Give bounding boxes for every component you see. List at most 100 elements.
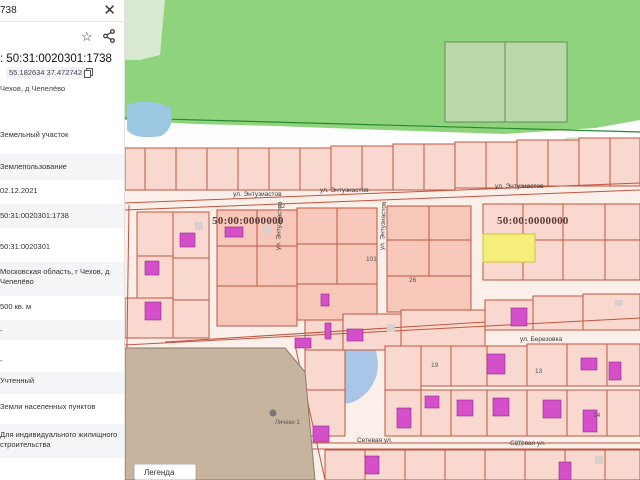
parcel xyxy=(582,293,640,331)
parcel xyxy=(526,343,568,387)
parcel xyxy=(392,143,425,191)
poi-label: Личеки 1 xyxy=(275,420,300,426)
parcel xyxy=(386,205,430,241)
parcel xyxy=(237,147,270,191)
house-number: 101 xyxy=(366,256,377,263)
building xyxy=(424,395,440,409)
parcel xyxy=(444,449,486,480)
parcel xyxy=(384,345,422,391)
coordinates-badge[interactable]: 55.182634 37.472742 xyxy=(6,67,85,79)
parcel xyxy=(206,147,239,191)
street-label: Сетевая ул. xyxy=(357,437,393,444)
cadastral-quarter-label: 50:00:0000000 xyxy=(212,215,284,227)
parcel xyxy=(361,145,394,191)
parcel xyxy=(216,285,298,327)
map-view[interactable]: 50:00:0000000 50:00:0000000 ул. Энтузиас… xyxy=(125,0,640,480)
parcel xyxy=(606,389,640,437)
street-label: ул. Энтузиастов xyxy=(320,187,369,194)
building xyxy=(542,399,562,419)
forest-light-area xyxy=(125,0,165,60)
house-number: 13 xyxy=(535,368,543,375)
detail-land-category: Земли населенных пунктов xyxy=(0,402,96,411)
info-panel: ✕ ☆ : 50:31:0020301:1738 55.182634 37.47… xyxy=(0,0,125,480)
street-label: ул. Энтузиастов xyxy=(495,183,544,190)
parcel xyxy=(175,147,208,191)
poi-marker-icon xyxy=(269,409,277,417)
building xyxy=(608,361,622,381)
parcel xyxy=(125,147,146,191)
detail-area: 500 кв. м xyxy=(0,302,32,311)
parcel xyxy=(299,147,332,191)
building xyxy=(486,353,506,375)
parcel xyxy=(484,449,526,480)
detail-value-1: - xyxy=(0,320,124,340)
building xyxy=(294,337,312,349)
building xyxy=(364,455,380,475)
parcel xyxy=(562,239,606,281)
detail-object-type: Земельный участок xyxy=(0,130,69,139)
building xyxy=(580,357,598,371)
building xyxy=(510,307,528,327)
cadastral-quarter-label: 50:00:0000000 xyxy=(497,215,569,227)
detail-permitted-use: Для индивидуального жилищного строительс… xyxy=(0,424,124,458)
building xyxy=(144,260,160,276)
parcel xyxy=(324,449,366,480)
parcel xyxy=(547,139,580,187)
building xyxy=(224,226,244,238)
parcel xyxy=(428,239,472,277)
building xyxy=(312,425,330,443)
parcel xyxy=(330,145,363,191)
copy-icon[interactable] xyxy=(84,68,93,78)
address-short: Чехов, д Чепелёво xyxy=(0,84,66,93)
parcel xyxy=(485,141,518,189)
building xyxy=(456,399,474,417)
street-label: ул. Энтузиастов xyxy=(233,191,282,198)
favorite-star-icon[interactable]: ☆ xyxy=(81,29,93,45)
house-number: 19 xyxy=(431,362,439,369)
parcel xyxy=(423,143,456,191)
parcel xyxy=(386,239,430,277)
parcel xyxy=(562,203,606,241)
detail-status: Учтенный xyxy=(0,372,124,394)
parcel xyxy=(336,207,378,245)
parcel xyxy=(336,243,378,285)
parcel xyxy=(532,295,584,331)
street-label: Сетевая ул. xyxy=(510,440,546,447)
share-icon[interactable] xyxy=(103,29,115,43)
close-icon[interactable]: ✕ xyxy=(103,3,116,18)
parcel-title: : 50:31:0020301:1738 xyxy=(0,53,112,65)
building xyxy=(144,301,162,321)
parcel xyxy=(578,137,611,187)
detail-object-kind: Землепользование xyxy=(0,154,124,180)
parcel xyxy=(172,299,210,339)
parcel xyxy=(454,141,487,189)
parcel xyxy=(386,275,472,313)
detail-cadastral-quarter: 50:31:0020301 xyxy=(0,242,51,251)
parcel xyxy=(604,449,640,480)
house-number: 14 xyxy=(593,412,601,419)
detail-date: 02.12.2021 xyxy=(0,186,38,195)
industrial-area xyxy=(125,347,316,480)
parcel xyxy=(516,139,549,187)
detail-address: Московская область, г Чехов, д Чепелёво xyxy=(0,262,124,296)
parcel xyxy=(404,449,446,480)
detail-cadastral-number: 50:31:0020301:1738 xyxy=(0,204,124,228)
search-input[interactable] xyxy=(0,5,100,16)
parcel xyxy=(296,243,338,285)
building xyxy=(558,461,572,480)
detail-value-2: - xyxy=(0,356,3,365)
pond xyxy=(127,101,172,138)
parcel xyxy=(304,349,346,391)
field xyxy=(444,41,506,123)
building xyxy=(324,322,332,340)
parcel xyxy=(172,257,210,301)
house-number: 26 xyxy=(409,277,417,284)
parcel xyxy=(144,147,177,191)
selected-parcel xyxy=(482,233,536,263)
parcel xyxy=(136,211,174,257)
parcel xyxy=(428,205,472,241)
building xyxy=(320,293,330,307)
building xyxy=(396,407,412,429)
legend-button[interactable]: Легенда xyxy=(134,464,196,480)
search-bar: ✕ xyxy=(0,0,124,22)
